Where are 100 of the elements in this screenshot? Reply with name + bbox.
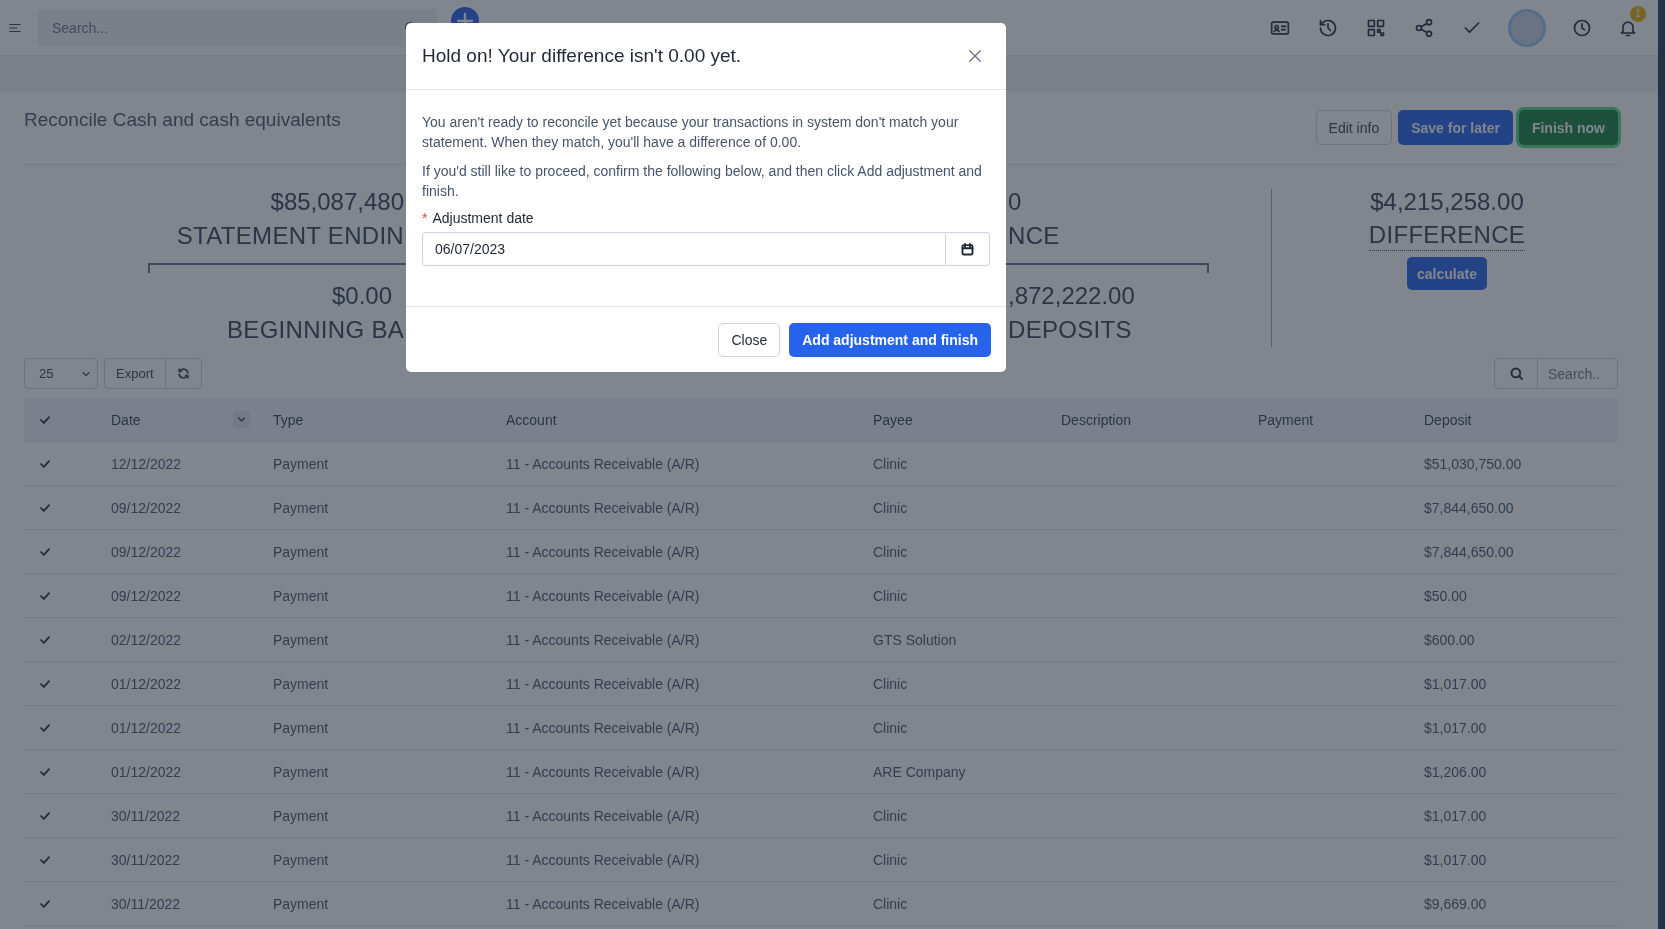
table-cell: Clinic [873,895,908,912]
column-header[interactable]: Deposit [1424,411,1472,428]
export-button[interactable]: Export [104,358,166,389]
table-cell: 11 - Accounts Receivable (A/R) [506,499,700,516]
page-size-value: 25 [39,366,54,381]
table-cell: $9,669.00 [1424,895,1487,912]
table-cell: Payment [273,895,329,912]
table-cell: Clinic [873,587,908,604]
amount-text: $0.00 [330,281,393,311]
table-cell: $1,017.00 [1424,807,1487,824]
table-cell: Clinic [873,851,908,868]
table-cell: GTS Solution [873,631,957,648]
table-cell: $1,017.00 [1424,851,1487,868]
table-cell: Clinic [873,455,908,472]
table-cell: $1,017.00 [1424,675,1487,692]
table-cell: Payment [273,587,329,604]
table-cell: 01/12/2022 [111,719,182,736]
search-button[interactable] [1494,358,1538,389]
dialog-text: You aren't ready to reconcile yet because your transactions in system don't match your statement. When they match, you'll have a difference of 0.00. [422,113,960,152]
table-cell: 12/12/2022 [111,455,182,472]
table-cell: Clinic [873,543,908,560]
page-title: Reconcile Cash and cash equivalents [24,108,341,132]
table-cell: 01/12/2022 [111,763,182,780]
table-cell: 11 - Accounts Receivable (A/R) [506,455,700,472]
table-cell: 02/12/2022 [111,631,182,648]
stat-label: STATEMENT ENDIN [175,221,404,251]
close-button[interactable]: Close [718,322,781,357]
column-header[interactable]: Type [273,411,304,428]
calculate-button[interactable]: calculate [1407,257,1487,290]
search-field[interactable]: Search... [38,8,437,47]
table-cell: $600.00 [1424,631,1475,648]
dialog-title: Hold on! Your difference isn't 0.00 yet. [422,45,742,67]
table-cell: $1,017.00 [1424,719,1487,736]
table-cell: 11 - Accounts Receivable (A/R) [506,895,700,912]
table-cell: 11 - Accounts Receivable (A/R) [506,543,700,560]
table-cell: Clinic [873,807,908,824]
refresh-button[interactable] [165,358,202,389]
table-cell: Clinic [873,719,908,736]
stat-label: DIFFERENCE [1368,219,1526,251]
table-cell: Payment [273,499,329,516]
chevron-down-icon[interactable] [233,411,250,428]
table-cell: 30/11/2022 [111,851,181,868]
amount-text: $85,087,480 [269,187,404,217]
field-label: Adjustment date [432,210,534,226]
table-cell: Payment [273,543,329,560]
page-size-select[interactable]: 25 [24,358,98,389]
table-cell: 11 - Accounts Receivable (A/R) [506,763,700,780]
notification-badge: 1 [1630,5,1646,22]
table-cell: 30/11/2022 [111,895,181,912]
column-header[interactable]: Payment [1258,411,1314,428]
table-cell: Payment [273,851,329,868]
table-cell: Payment [273,675,329,692]
stat-label: DEPOSITS [1008,315,1133,345]
table-cell: $51,030,750.00 [1424,455,1522,472]
table-cell: 30/11/2022 [111,807,181,824]
stat-label: BEGINNING BA [226,315,404,345]
table-cell: 11 - Accounts Receivable (A/R) [506,631,700,648]
stat-label: NCE [1008,221,1061,251]
clock-icon[interactable] [1572,17,1592,38]
table-cell: 11 - Accounts Receivable (A/R) [506,807,700,824]
amount-text: 0 [1008,187,1023,217]
column-header[interactable]: Date [111,411,141,428]
table-cell: Payment [273,631,329,648]
table-cell: Clinic [873,675,908,692]
table-cell: Payment [273,719,329,736]
table-cell: Payment [273,807,329,824]
table-cell: 09/12/2022 [111,499,182,516]
column-header[interactable]: Payee [873,411,913,428]
table-cell: Payment [273,455,329,472]
edit-button[interactable]: Edit info [1315,110,1393,145]
search-icon [1508,366,1524,381]
calendar-button[interactable] [946,232,990,266]
table-search-field[interactable]: Search.. [1538,358,1618,389]
table-cell: Payment [273,763,329,780]
save-button[interactable]: Save for later [1398,110,1513,145]
required-mark: * [422,210,428,226]
table-cell: $50.00 [1424,587,1467,604]
table-cell: 11 - Accounts Receivable (A/R) [506,587,700,604]
share-icon[interactable] [1414,17,1434,38]
table-cell: 11 - Accounts Receivable (A/R) [506,851,700,868]
table-cell: ARE Company [873,763,966,780]
close-icon[interactable] [966,47,984,65]
table-cell: 09/12/2022 [111,543,182,560]
qr-code-icon[interactable] [1366,17,1386,38]
finish-button[interactable]: Finish now [1518,110,1618,145]
amount-text: $4,215,258.00 [1370,187,1524,217]
column-header[interactable]: Description [1061,411,1132,428]
table-cell: 11 - Accounts Receivable (A/R) [506,675,700,692]
refresh-icon [176,367,190,380]
table-cell: 09/12/2022 [111,587,182,604]
table-cell: 11 - Accounts Receivable (A/R) [506,719,700,736]
add-adjustment-button[interactable]: Add adjustment and finish [789,322,991,357]
table-cell: $7,844,650.00 [1424,543,1514,560]
table-cell: 01/12/2022 [111,675,182,692]
amount-text: ,872,222.00 [1008,281,1136,311]
date-field[interactable]: 06/07/2023 [422,232,946,266]
column-header[interactable]: Account [506,411,557,428]
table-cell: $1,206.00 [1424,763,1487,780]
history-icon[interactable] [1318,17,1338,38]
calendar-icon [960,241,975,257]
